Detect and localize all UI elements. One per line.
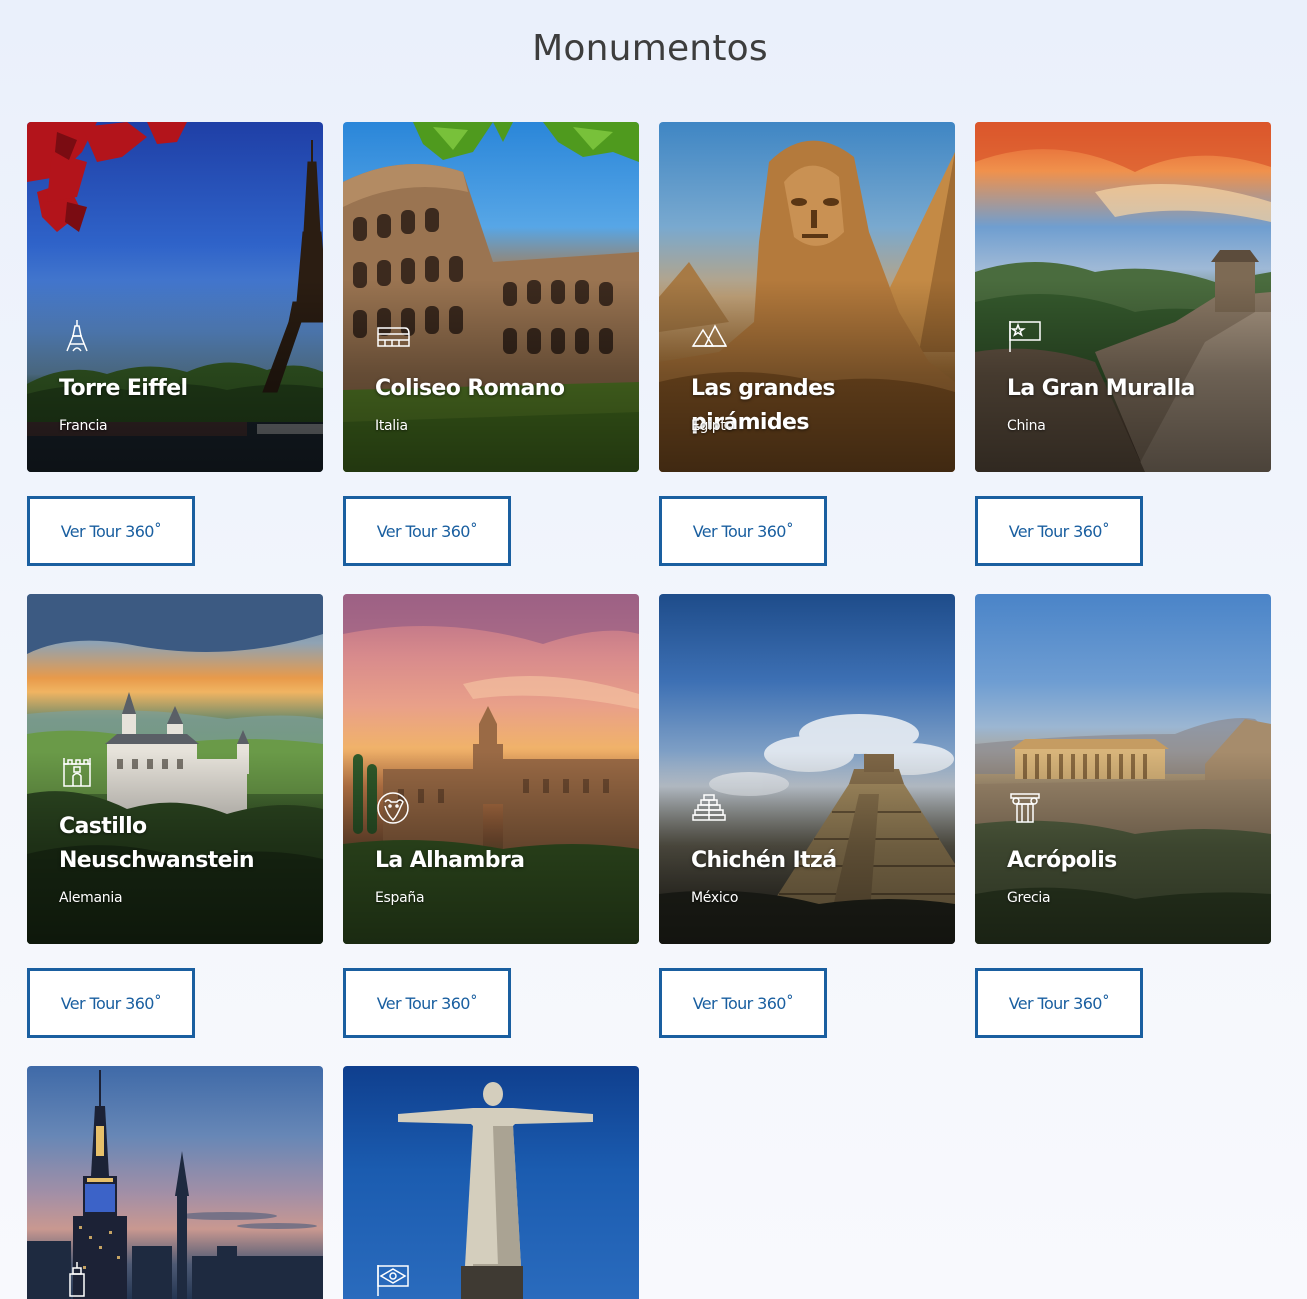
monument-name: Acrópolis xyxy=(1007,848,1117,873)
tour-360-button[interactable]: Ver Tour 360˚ xyxy=(343,496,511,566)
monument-name: Coliseo Romano xyxy=(375,376,565,401)
brazil-flag-icon xyxy=(377,1265,409,1296)
bull-icon xyxy=(377,792,409,824)
monument-country: China xyxy=(1007,418,1046,434)
mayan-pyramid-icon xyxy=(692,794,726,821)
page-title: Monumentos xyxy=(532,28,768,69)
monument-card-neuschwanstein[interactable]: Castillo Neuschwanstein Alemania xyxy=(27,594,323,944)
monument-card-chichen-itza[interactable]: Chichén Itzá México xyxy=(659,594,955,944)
monument-country: Egipto xyxy=(691,418,734,434)
tour-360-button[interactable]: Ver Tour 360˚ xyxy=(975,968,1143,1038)
eiffel-tower-icon xyxy=(66,320,88,352)
china-flag-icon xyxy=(1009,321,1041,352)
greek-column-icon xyxy=(1010,793,1040,823)
monument-card-empire-state[interactable] xyxy=(27,1066,323,1299)
monument-country: España xyxy=(375,890,425,906)
monument-card-acropolis[interactable]: Acrópolis Grecia xyxy=(975,594,1271,944)
tour-360-button[interactable]: Ver Tour 360˚ xyxy=(659,968,827,1038)
tour-360-button[interactable]: Ver Tour 360˚ xyxy=(27,496,195,566)
skyscraper-icon xyxy=(69,1262,85,1297)
monument-name: La Alhambra xyxy=(375,848,525,873)
monument-card-cristo-redentor[interactable] xyxy=(343,1066,639,1299)
monument-name: La Gran Muralla xyxy=(1007,376,1195,401)
monument-country: México xyxy=(691,890,739,906)
monument-card-torre-eiffel[interactable]: Torre Eiffel Francia xyxy=(27,122,323,472)
monument-card-alhambra[interactable]: La Alhambra España xyxy=(343,594,639,944)
monument-card-coliseo-romano[interactable]: Coliseo Romano Italia xyxy=(343,122,639,472)
tour-360-button[interactable]: Ver Tour 360˚ xyxy=(27,968,195,1038)
tour-360-button[interactable]: Ver Tour 360˚ xyxy=(975,496,1143,566)
monument-name: Chichén Itzá xyxy=(691,848,837,873)
monument-country: Francia xyxy=(59,418,108,434)
monument-country: Alemania xyxy=(59,890,123,906)
monument-name: Castillo Neuschwanstein xyxy=(59,814,255,873)
monument-name: Torre Eiffel xyxy=(59,376,188,401)
monument-card-gran-muralla[interactable]: La Gran Muralla China xyxy=(975,122,1271,472)
tour-360-button[interactable]: Ver Tour 360˚ xyxy=(659,496,827,566)
colosseum-icon xyxy=(377,327,410,347)
castle-icon xyxy=(63,758,91,787)
monument-country: Grecia xyxy=(1007,890,1051,906)
pyramids-icon xyxy=(691,324,727,347)
tour-360-button[interactable]: Ver Tour 360˚ xyxy=(343,968,511,1038)
monument-country: Italia xyxy=(375,418,408,434)
monument-card-piramides[interactable]: Las grandes pirámides Egipto xyxy=(659,122,955,472)
